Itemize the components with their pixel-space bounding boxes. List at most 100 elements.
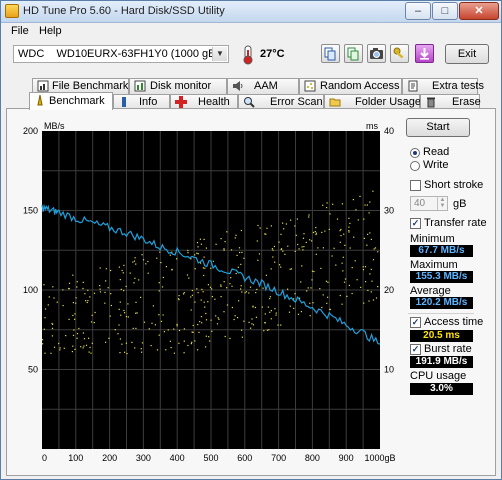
access-time-point <box>187 344 189 347</box>
access-time-point <box>314 231 316 233</box>
access-time-point <box>134 277 136 279</box>
access-time-point <box>341 303 343 305</box>
burst-rate-checkbox[interactable]: ✓ <box>410 344 421 355</box>
exit-button[interactable]: Exit <box>445 44 489 64</box>
access-time-point <box>268 329 270 331</box>
maximize-button[interactable]: □ <box>432 2 458 20</box>
access-time-point <box>303 233 305 235</box>
access-time-point <box>229 337 231 339</box>
tab-extra-tests[interactable]: Extra tests <box>402 78 484 94</box>
access-time-point <box>224 241 226 243</box>
access-time-point <box>220 296 222 298</box>
menu-file[interactable]: File <box>11 25 29 37</box>
access-time-point <box>263 330 265 332</box>
y-tick-label-right: 40 <box>384 126 394 136</box>
access-time-point <box>141 342 144 344</box>
access-time-point <box>89 296 91 298</box>
access-time-point <box>372 259 375 261</box>
start-button[interactable]: Start <box>406 118 470 137</box>
access-time-point <box>366 204 368 206</box>
access-time-point <box>301 246 303 248</box>
transfer-rate-checkbox[interactable]: ✓ <box>410 218 421 229</box>
access-time-point <box>237 266 239 268</box>
tab-disk-monitor[interactable]: Disk monitor <box>129 78 227 94</box>
access-time-point <box>241 291 243 293</box>
access-time-point <box>80 346 82 348</box>
access-time-point <box>322 204 324 206</box>
access-time-point <box>120 314 122 316</box>
access-time-point <box>89 346 91 349</box>
tab-random-access[interactable]: Random Access <box>299 78 402 94</box>
access-time-point <box>311 240 313 242</box>
copy-text-button[interactable] <box>344 44 363 63</box>
tab-benchmark[interactable]: Benchmark <box>29 92 113 110</box>
access-time-point <box>76 286 78 288</box>
access-time-point <box>284 253 286 255</box>
access-time-point <box>300 311 302 313</box>
options-button[interactable] <box>390 44 409 63</box>
access-time-point <box>125 315 127 318</box>
screenshot-button[interactable] <box>367 44 386 63</box>
menu-help[interactable]: Help <box>39 25 62 37</box>
copy-button[interactable] <box>321 44 340 63</box>
access-time-point <box>152 305 154 307</box>
access-time-point <box>129 272 131 274</box>
minimize-button[interactable]: – <box>405 2 431 20</box>
access-time-point <box>202 267 204 269</box>
access-time-point <box>53 297 55 299</box>
access-time-point <box>150 345 152 347</box>
access-time-point <box>108 337 110 339</box>
access-time-point <box>197 292 199 294</box>
access-time-point <box>223 249 225 251</box>
access-time-point <box>52 286 54 288</box>
short-stroke-checkbox[interactable] <box>410 180 421 191</box>
screenshot-camera-icon <box>370 48 383 59</box>
access-time-point <box>348 217 350 219</box>
access-time-point <box>293 298 295 300</box>
access-time-point <box>353 236 355 238</box>
access-time-point <box>342 270 344 272</box>
access-time-point <box>165 266 167 268</box>
access-time-point <box>301 265 303 267</box>
access-time-point <box>187 249 189 252</box>
access-time-point <box>348 226 350 228</box>
access-time-point <box>264 322 266 324</box>
access-time-point <box>141 351 143 353</box>
access-time-point <box>349 247 351 249</box>
access-time-point <box>317 247 319 249</box>
access-time-point <box>65 335 67 337</box>
access-time-point <box>203 274 205 277</box>
access-time-point <box>72 314 74 317</box>
drive-select[interactable]: WDC WD10EURX-63FH1Y0 (1000 gB) ▼ <box>13 45 229 63</box>
close-button[interactable]: ✕ <box>459 2 499 20</box>
access-time-point <box>199 321 201 323</box>
access-time-point <box>119 352 121 354</box>
access-time-point <box>90 352 92 354</box>
access-time-point <box>280 233 282 235</box>
access-time-point <box>178 295 180 297</box>
access-time-point <box>122 272 124 274</box>
access-time-point <box>329 308 331 310</box>
access-time-point <box>119 279 121 281</box>
access-time-point <box>362 269 365 271</box>
access-time-point <box>207 301 209 303</box>
read-radio[interactable] <box>410 148 420 158</box>
access-time-point <box>223 281 225 283</box>
access-time-point <box>264 313 266 315</box>
access-time-point <box>226 287 228 289</box>
access-time-checkbox[interactable]: ✓ <box>410 317 421 328</box>
access-time-point <box>135 301 137 303</box>
access-time-point <box>256 288 258 290</box>
access-time-point <box>269 298 271 300</box>
access-time-point <box>257 224 259 227</box>
y-tick-label-left: 100 <box>23 285 38 295</box>
access-time-point <box>82 347 84 349</box>
tab-aam[interactable]: AAM <box>227 78 299 94</box>
access-time-point <box>348 231 350 233</box>
short-stroke-label: Short stroke <box>424 179 484 191</box>
save-button[interactable] <box>415 44 434 63</box>
access-time-point <box>287 245 289 247</box>
short-stroke-size-input[interactable]: 40 ▲ ▼ <box>410 196 448 211</box>
access-time-point <box>367 233 369 235</box>
write-radio[interactable] <box>410 161 420 171</box>
